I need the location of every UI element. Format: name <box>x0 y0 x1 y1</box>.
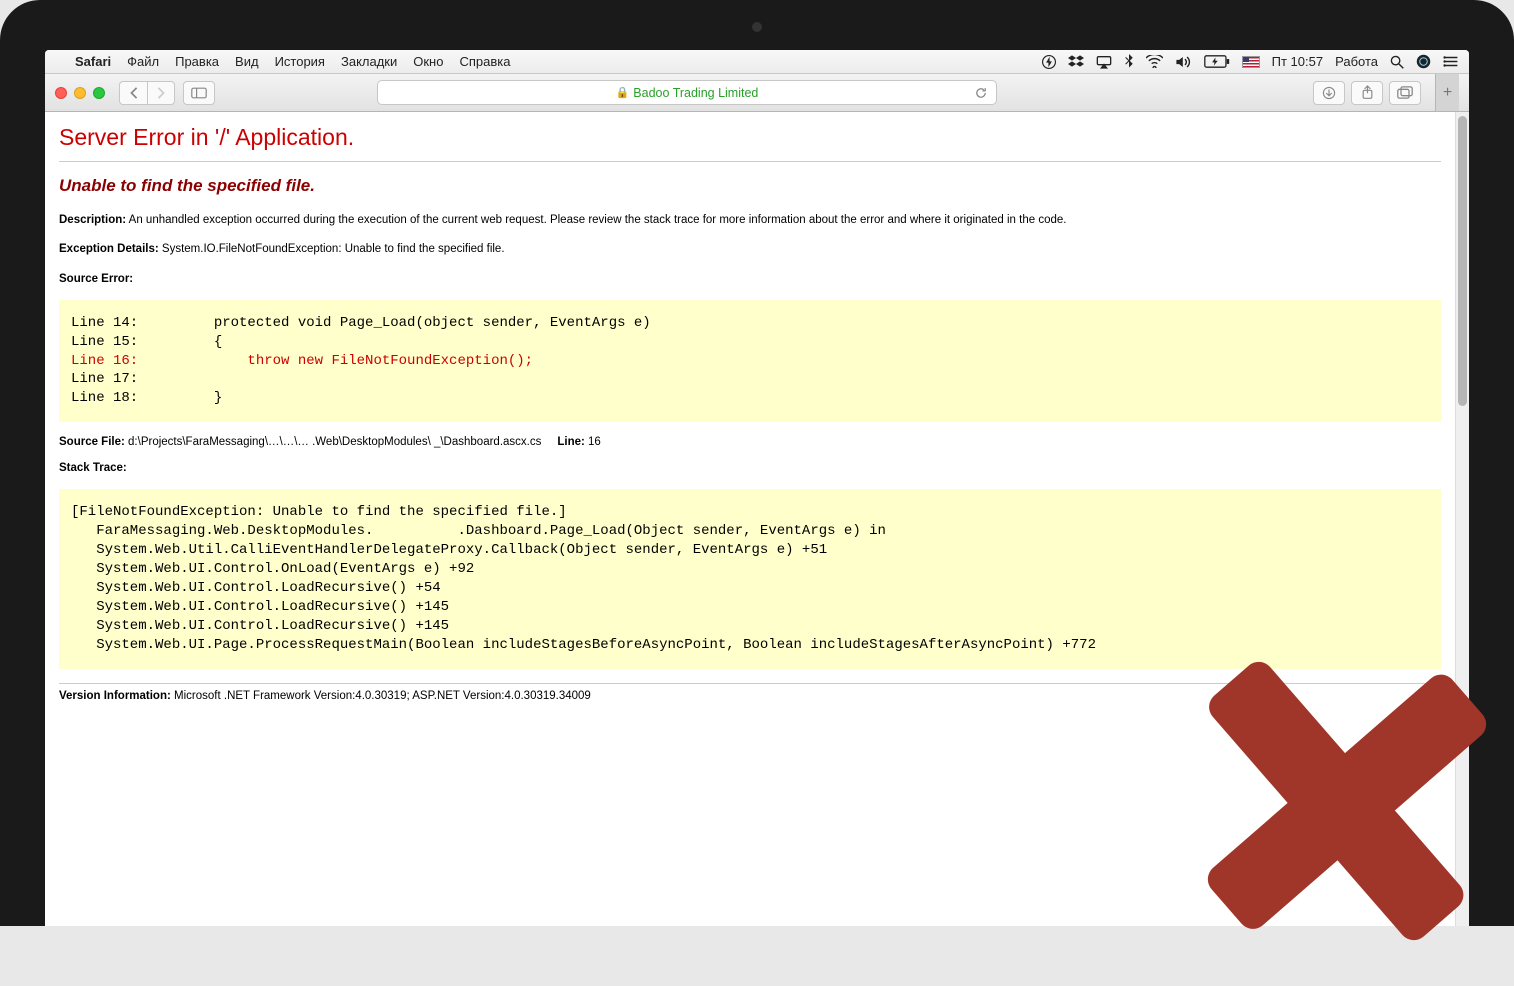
src-line-17: Line 17: <box>71 371 138 387</box>
page-viewport[interactable]: Server Error in '/' Application. Unable … <box>45 112 1455 926</box>
stack-trace-label: Stack Trace: <box>59 460 1441 477</box>
notifications-icon[interactable] <box>1443 55 1459 68</box>
tabs-button[interactable] <box>1389 81 1421 105</box>
volume-icon[interactable] <box>1175 55 1192 69</box>
url-text: Badoo Trading Limited <box>633 86 758 100</box>
input-source-flag-icon[interactable] <box>1242 56 1260 68</box>
menu-window[interactable]: Окно <box>413 54 443 69</box>
error-title: Server Error in '/' Application. <box>59 124 1441 151</box>
bolt-icon[interactable] <box>1042 55 1056 69</box>
line-label: Line: <box>557 436 584 448</box>
menubar-user[interactable]: Работа <box>1335 54 1378 69</box>
src-line-15: Line 15: { <box>71 334 222 350</box>
scrollbar-thumb[interactable] <box>1458 116 1467 406</box>
back-button[interactable] <box>119 81 147 105</box>
source-file-text: d:\Projects\FaraMessaging\…\…\… .Web\Des… <box>128 436 541 448</box>
exception-row: Exception Details: System.IO.FileNotFoun… <box>59 241 1441 258</box>
menubar-clock[interactable]: Пт 10:57 <box>1272 54 1323 69</box>
downloads-button[interactable] <box>1313 81 1345 105</box>
airplay-icon[interactable] <box>1096 55 1112 69</box>
src-line-16: Line 16: throw new FileNotFoundException… <box>71 353 533 369</box>
dropbox-icon[interactable] <box>1068 55 1084 69</box>
spotlight-icon[interactable] <box>1390 55 1404 69</box>
sidebar-toggle-button[interactable] <box>183 81 215 105</box>
lock-icon: 🔒 <box>616 86 630 99</box>
version-row: Version Information: Microsoft .NET Fram… <box>59 690 1441 702</box>
screen: Safari Файл Правка Вид История Закладки … <box>45 50 1469 926</box>
menu-help[interactable]: Справка <box>459 54 510 69</box>
siri-icon[interactable] <box>1416 54 1431 69</box>
version-text: Microsoft .NET Framework Version:4.0.303… <box>174 690 591 702</box>
exception-text: System.IO.FileNotFoundException: Unable … <box>162 243 505 255</box>
divider-bottom <box>59 683 1441 684</box>
share-button[interactable] <box>1351 81 1383 105</box>
description-label: Description: <box>59 214 126 226</box>
source-error-label: Source Error: <box>59 271 1441 288</box>
src-line-18: Line 18: } <box>71 390 222 406</box>
menu-history[interactable]: История <box>275 54 325 69</box>
source-file-label: Source File: <box>59 436 125 448</box>
divider <box>59 161 1441 162</box>
source-file-row: Source File: d:\Projects\FaraMessaging\…… <box>59 436 1441 448</box>
menu-edit[interactable]: Правка <box>175 54 219 69</box>
fullscreen-window-button[interactable] <box>93 87 105 99</box>
battery-icon[interactable] <box>1204 55 1230 68</box>
exception-label: Exception Details: <box>59 243 159 255</box>
window-controls <box>55 87 105 99</box>
src-line-14: Line 14: protected void Page_Load(object… <box>71 315 651 331</box>
description-row: Description: An unhandled exception occu… <box>59 212 1441 229</box>
error-page: Server Error in '/' Application. Unable … <box>45 112 1455 714</box>
camera-dot <box>752 22 762 32</box>
nav-buttons <box>119 81 175 105</box>
menu-file[interactable]: Файл <box>127 54 159 69</box>
version-label: Version Information: <box>59 690 171 702</box>
laptop-bezel: Safari Файл Правка Вид История Закладки … <box>0 0 1514 926</box>
menu-bookmarks[interactable]: Закладки <box>341 54 397 69</box>
menu-view[interactable]: Вид <box>235 54 259 69</box>
minimize-window-button[interactable] <box>74 87 86 99</box>
line-num: 16 <box>588 436 601 448</box>
stack-trace-box: [FileNotFoundException: Unable to find t… <box>59 489 1441 668</box>
menubar-app-name[interactable]: Safari <box>75 54 111 69</box>
source-code-box: Line 14: protected void Page_Load(object… <box>59 300 1441 422</box>
close-window-button[interactable] <box>55 87 67 99</box>
description-text: An unhandled exception occurred during t… <box>129 214 1067 226</box>
forward-button[interactable] <box>147 81 175 105</box>
address-bar[interactable]: 🔒 Badoo Trading Limited <box>377 80 997 105</box>
new-tab-button[interactable]: + <box>1435 74 1459 111</box>
wifi-icon[interactable] <box>1146 55 1163 68</box>
reload-icon[interactable] <box>974 86 988 100</box>
vertical-scrollbar[interactable] <box>1455 112 1469 926</box>
error-subtitle: Unable to find the specified file. <box>59 176 1441 196</box>
macos-menubar: Safari Файл Правка Вид История Закладки … <box>45 50 1469 74</box>
bluetooth-icon[interactable] <box>1124 54 1134 69</box>
safari-toolbar: 🔒 Badoo Trading Limited + <box>45 74 1469 112</box>
